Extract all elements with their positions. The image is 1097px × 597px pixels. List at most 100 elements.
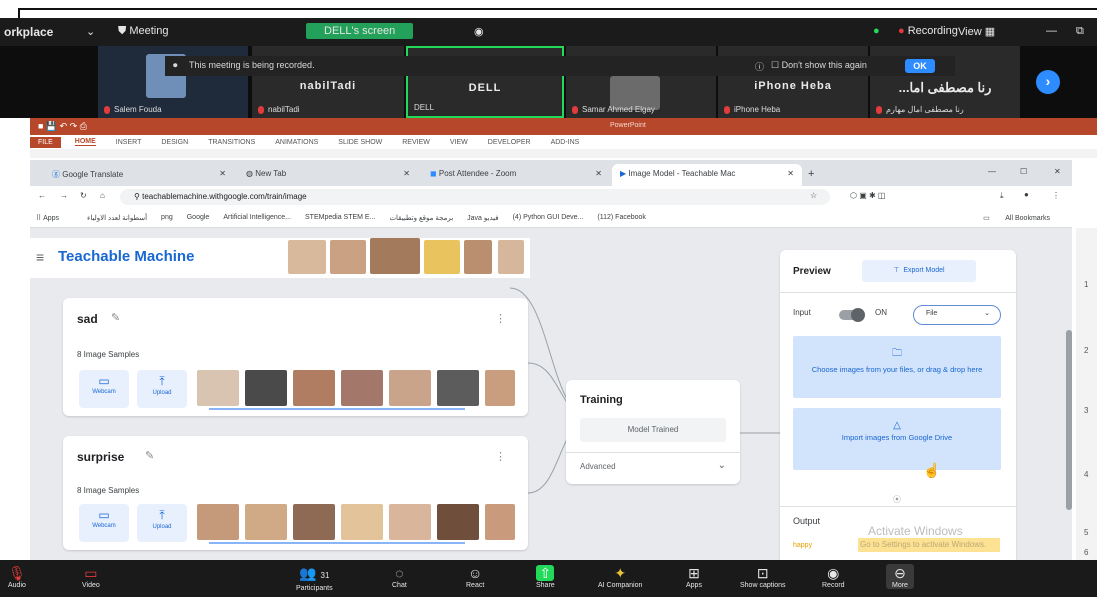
home-icon[interactable]: ⌂ xyxy=(100,191,105,200)
restore-icon[interactable]: ⧉ xyxy=(1076,25,1084,38)
maximize-icon[interactable]: ☐ xyxy=(1020,167,1027,176)
webcam-button[interactable]: ▭ Webcam xyxy=(79,370,129,408)
share-button[interactable]: ⇧ Share xyxy=(536,564,555,589)
tab-file[interactable]: FILE xyxy=(30,136,61,148)
bookmark-item[interactable]: STEMpedia STEM E... xyxy=(305,214,375,221)
tab-developer[interactable]: DEVELOPER xyxy=(488,139,531,146)
sample-image[interactable] xyxy=(197,504,239,540)
sample-image[interactable] xyxy=(245,370,287,406)
tab-slide-show[interactable]: SLIDE SHOW xyxy=(338,139,382,146)
video-button[interactable]: ▭ Video xyxy=(82,564,100,589)
tab-animations[interactable]: ANIMATIONS xyxy=(275,139,318,146)
page-scrollbar[interactable] xyxy=(1066,330,1072,510)
new-tab-icon[interactable]: + xyxy=(808,168,814,180)
react-button[interactable]: ☺ React xyxy=(466,564,484,589)
extension-icons[interactable]: ⬡ ▣ ✱ ◫ xyxy=(850,191,885,200)
meeting-menu[interactable]: ⛊ Meeting xyxy=(118,25,168,38)
train-model-button[interactable]: Model Trained xyxy=(580,418,726,442)
class-name[interactable]: sad xyxy=(77,312,98,326)
browser-tab[interactable]: ⓖ Google Translate ✕ xyxy=(44,164,234,186)
screen-share-label[interactable]: DELL's screen xyxy=(306,23,414,39)
webcam-button[interactable]: ▭ Webcam xyxy=(79,504,129,542)
forward-icon[interactable]: → xyxy=(60,191,68,200)
tab-add-ins[interactable]: ADD-INS xyxy=(551,139,580,146)
bookmark-item[interactable]: برمجة موقع وتطبيقات xyxy=(389,214,453,222)
class-menu-icon[interactable]: ⋮ xyxy=(495,450,506,463)
bookmark-item[interactable]: Artificial Intelligence... xyxy=(223,214,291,221)
avatar[interactable]: ● xyxy=(1024,190,1029,199)
bookmark-item[interactable]: (112) Facebook xyxy=(597,214,646,221)
sample-image[interactable] xyxy=(197,370,239,406)
input-toggle[interactable] xyxy=(839,308,865,322)
input-source-select[interactable]: File ⌄ xyxy=(913,305,1001,325)
back-icon[interactable]: ← xyxy=(38,191,46,200)
bookmark-item[interactable]: (4) Python GUI Deve... xyxy=(513,214,584,221)
google-drive-import[interactable]: △ Import images from Google Drive xyxy=(793,408,1001,470)
view-button[interactable]: View ▦ xyxy=(958,25,995,38)
bookmark-item[interactable]: Google xyxy=(187,214,210,221)
upload-button[interactable]: ⤒ Upload xyxy=(137,504,187,542)
recording-indicator[interactable]: ● Recording xyxy=(898,25,958,37)
bookmark-item[interactable]: أسطوانة لعدد الاولياء xyxy=(87,214,147,222)
record-button[interactable]: ◉ Record xyxy=(822,564,845,589)
class-menu-icon[interactable]: ⋮ xyxy=(495,312,506,325)
minimize-icon[interactable]: — xyxy=(988,167,996,176)
participants-button[interactable]: 👥 31 Participants xyxy=(296,564,333,592)
star-icon[interactable]: ☆ xyxy=(810,191,817,200)
close-icon[interactable]: ✕ xyxy=(219,169,226,178)
bookmark-item[interactable]: png xyxy=(161,214,173,221)
info-icon[interactable]: ◉ xyxy=(474,25,484,38)
close-icon[interactable]: ✕ xyxy=(403,169,410,178)
ok-button[interactable]: OK xyxy=(905,59,935,73)
export-model-button[interactable]: ⊤ Export Model xyxy=(862,260,976,282)
sample-image[interactable] xyxy=(341,370,383,406)
file-drop-zone[interactable]: 🗀 Choose images from your files, or drag … xyxy=(793,336,1001,398)
address-bar[interactable]: ⚲ teachablemachine.withgoogle.com/train/… xyxy=(120,189,830,205)
class-name[interactable]: surprise xyxy=(77,450,124,464)
hamburger-icon[interactable]: ≡ xyxy=(36,249,44,265)
sample-image[interactable] xyxy=(437,370,479,406)
upload-button[interactable]: ⤒ Upload xyxy=(137,370,187,408)
sample-image[interactable] xyxy=(485,504,515,540)
advanced-toggle[interactable]: Advanced xyxy=(580,462,616,471)
quick-access-icons[interactable]: ■ 💾 ↶ ↷ ⎙ xyxy=(38,121,87,132)
audio-button[interactable]: 🎙 Audio xyxy=(8,564,26,589)
bookmark-item[interactable]: Java فيديو xyxy=(467,214,498,222)
all-bookmarks[interactable]: ▭ All Bookmarks xyxy=(983,214,1064,222)
tab-design[interactable]: DESIGN xyxy=(161,139,188,146)
sample-image[interactable] xyxy=(293,504,335,540)
chat-button[interactable]: ◌ Chat xyxy=(392,564,407,589)
reload-icon[interactable]: ↻ xyxy=(80,191,87,200)
sample-image[interactable] xyxy=(389,504,431,540)
apps-icon[interactable]: ⠿ Apps xyxy=(36,214,73,222)
tab-transitions[interactable]: TRANSITIONS xyxy=(208,139,255,146)
browser-tab-active[interactable]: ▶ Image Model - Teachable Mac ✕ xyxy=(612,164,802,186)
tab-review[interactable]: REVIEW xyxy=(402,139,430,146)
chevron-down-icon[interactable]: ⌄ xyxy=(718,460,726,471)
close-icon[interactable]: ✕ xyxy=(595,169,602,178)
sample-image[interactable] xyxy=(293,370,335,406)
chevron-down-icon[interactable]: ⌄ xyxy=(86,25,95,38)
captions-button[interactable]: ⊡ Show captions xyxy=(740,564,786,589)
close-icon[interactable]: ✕ xyxy=(1054,167,1061,176)
tab-insert[interactable]: INSERT xyxy=(116,139,142,146)
sample-image[interactable] xyxy=(389,370,431,406)
minimize-icon[interactable]: — xyxy=(1046,25,1057,37)
apps-button[interactable]: ⊞ Apps xyxy=(686,564,702,589)
sample-image[interactable] xyxy=(245,504,287,540)
dont-show-checkbox[interactable]: ☐ Don't show this again xyxy=(771,60,867,71)
sample-image[interactable] xyxy=(437,504,479,540)
close-icon[interactable]: ✕ xyxy=(787,169,794,178)
browser-tab[interactable]: ◍ New Tab ✕ xyxy=(238,164,418,186)
more-button[interactable]: ⊖ More xyxy=(886,564,914,589)
browser-tab[interactable]: ◼ Post Attendee - Zoom ✕ xyxy=(422,164,610,186)
sample-image[interactable] xyxy=(341,504,383,540)
ai-companion-button[interactable]: ✦ AI Companion xyxy=(598,564,642,589)
sample-image[interactable] xyxy=(485,370,515,406)
edit-icon[interactable]: ✎ xyxy=(111,311,120,324)
tab-home[interactable]: HOME xyxy=(74,138,96,146)
edit-icon[interactable]: ✎ xyxy=(145,449,154,462)
tab-view[interactable]: VIEW xyxy=(450,139,468,146)
thumbnail-scrollbar[interactable] xyxy=(209,542,465,544)
menu-kebab-icon[interactable]: ⋮ xyxy=(1052,191,1060,200)
